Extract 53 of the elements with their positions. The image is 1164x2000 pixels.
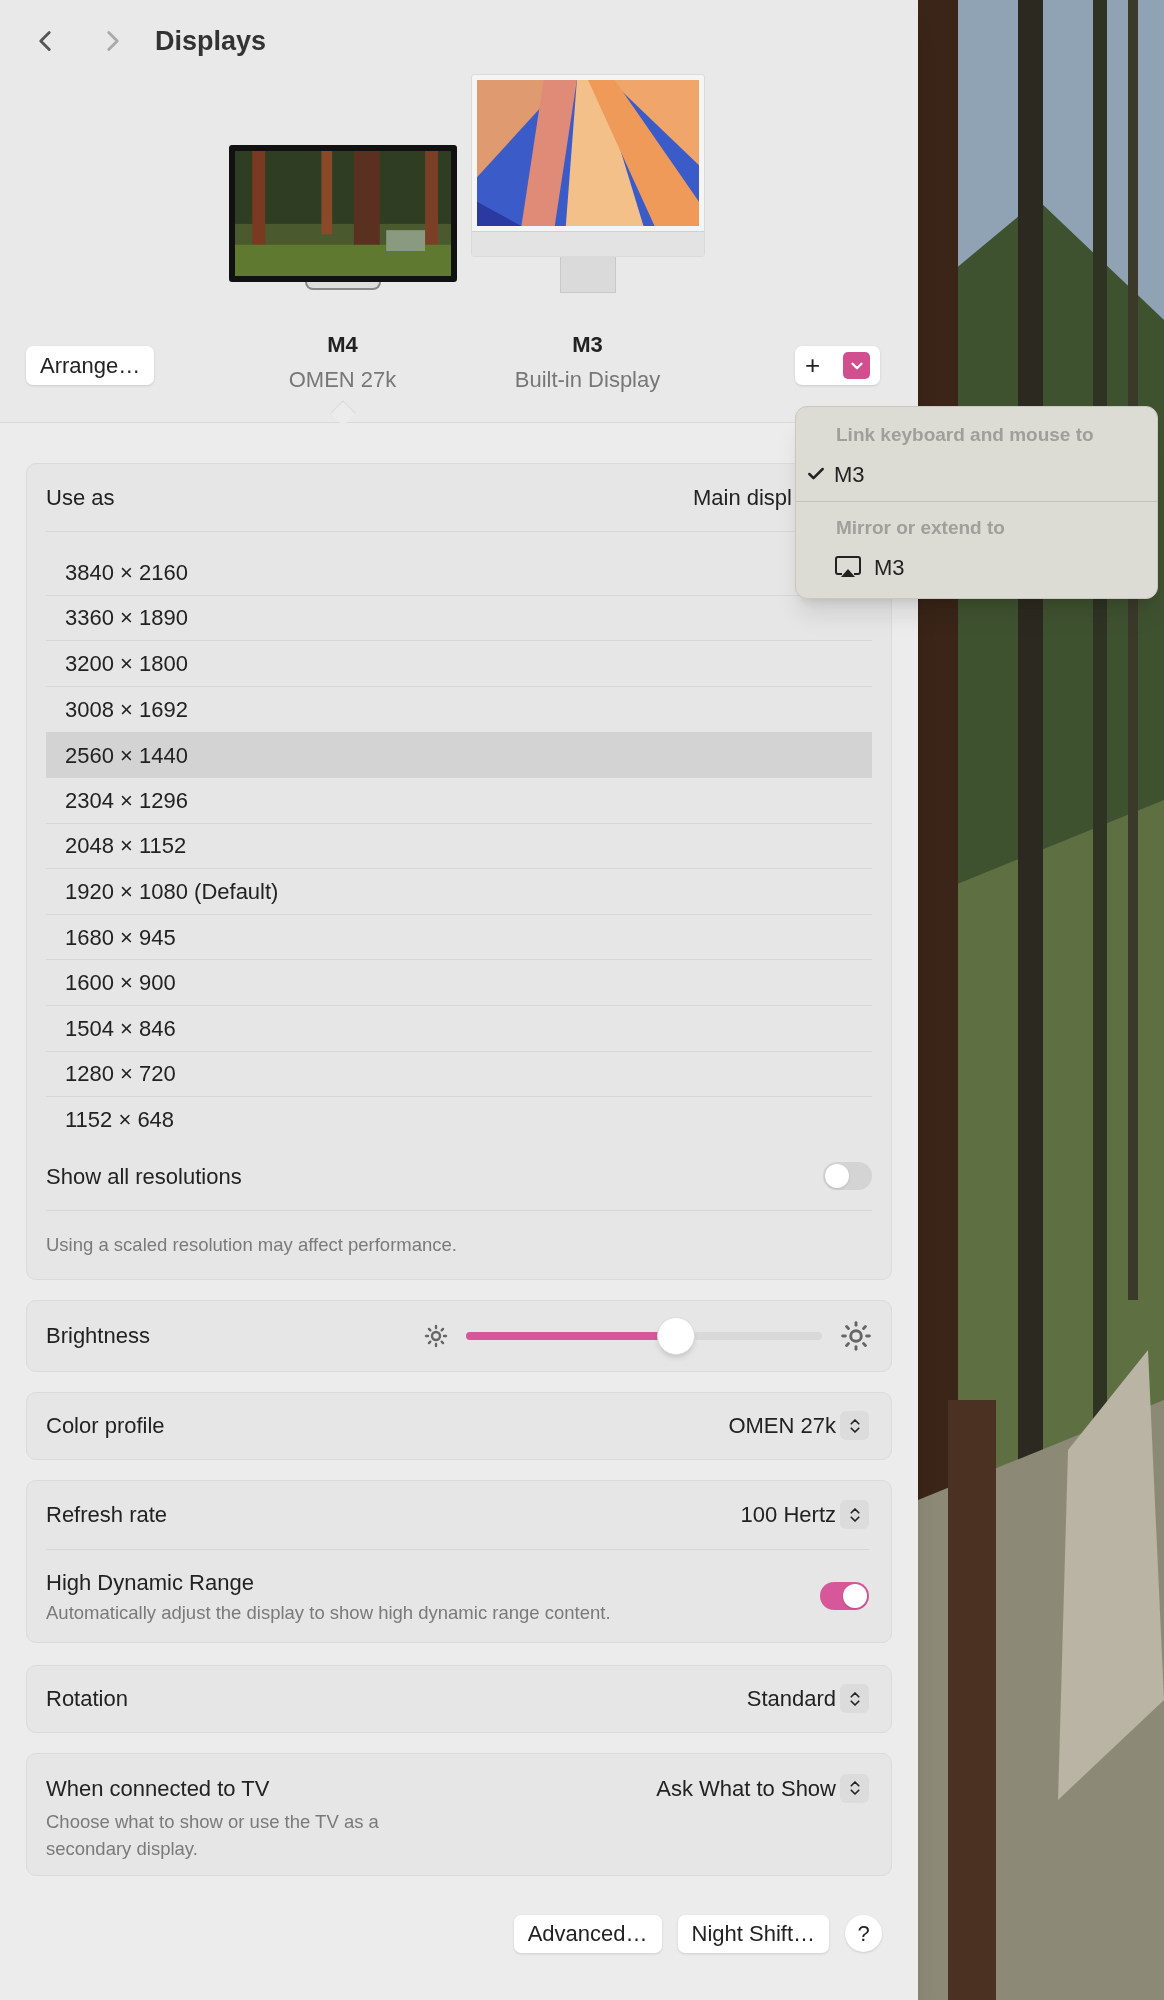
popup-button[interactable]: 100 Hertz [740, 1498, 869, 1532]
popup-button[interactable]: Standard [746, 1682, 869, 1716]
popup-button[interactable]: Ask What to Show [656, 1771, 869, 1805]
toggle-switch[interactable] [823, 1162, 872, 1191]
description-text: Automatically adjust the display to show high dynamic range content. [46, 1600, 611, 1625]
help-button[interactable]: ? [845, 1915, 882, 1953]
resolution-item[interactable]: 3200 × 1800 [46, 641, 872, 687]
imac-stand [559, 257, 616, 293]
rotation-label: Rotation [46, 1685, 128, 1714]
display-name: M3 [572, 331, 603, 359]
footer-button[interactable]: Advanced… [513, 1914, 662, 1953]
airplay-icon [834, 555, 862, 579]
popup-button[interactable]: OMEN 27k [728, 1409, 869, 1443]
note-text: Using a scaled resolution may affect performance. [46, 1232, 457, 1257]
brightness-label: Brightness [46, 1322, 150, 1351]
use-as-label: Use as [46, 484, 115, 512]
add-display-button[interactable]: + [795, 346, 880, 385]
resolution-item[interactable]: 2560 × 1440 [46, 732, 872, 778]
sun-icon [840, 1319, 872, 1352]
resolution-item[interactable]: 1280 × 720 [46, 1051, 872, 1098]
refresh-rate-label: Refresh rate [46, 1501, 168, 1530]
resolution-item[interactable]: 1152 × 648 [46, 1097, 872, 1143]
slider-thumb[interactable] [657, 1316, 696, 1355]
resolution-item[interactable]: 1680 × 945 [46, 914, 872, 961]
arrange-button[interactable]: Arrange… [26, 346, 155, 385]
hdr-label: High Dynamic Range [46, 1568, 255, 1597]
resolution-item[interactable]: 1600 × 900 [46, 960, 872, 1006]
color-profile-label: Color profile [46, 1412, 165, 1441]
stepper-icon [840, 1411, 869, 1441]
resolution-item[interactable]: 3008 × 1692 [46, 686, 872, 733]
stepper-icon [840, 1773, 869, 1803]
resolution-item[interactable]: 1920 × 1080 (Default) [46, 869, 872, 915]
display-subtitle: Built-in Display [514, 366, 661, 394]
toggle-switch[interactable] [820, 1581, 869, 1610]
resolution-item[interactable]: 2048 × 1152 [46, 823, 872, 870]
description-text: Choose what to show or use the TV as a secondary display. [46, 1809, 380, 1861]
tv-label: When connected to TV [46, 1774, 271, 1803]
display-item[interactable]: M4 OMEN 27k [220, 82, 465, 412]
show-all-label: Show all resolutions [46, 1162, 242, 1191]
display-subtitle: OMEN 27k [288, 366, 397, 394]
sun-icon [424, 1323, 448, 1348]
stepper-icon [840, 1500, 869, 1530]
menu-section-header: Link keyboard and mouse to [835, 422, 1095, 447]
stepper-icon [840, 1684, 869, 1714]
footer-button[interactable]: Night Shift… [677, 1914, 829, 1953]
menu-item[interactable]: M3 [806, 453, 1131, 495]
display-name: M4 [327, 331, 358, 359]
chevron-down-icon [843, 352, 870, 379]
display-item[interactable]: M3 Built-in Display [465, 82, 710, 412]
resolution-item[interactable]: 2304 × 1296 [46, 777, 872, 824]
resolution-item[interactable]: 1504 × 846 [46, 1005, 872, 1052]
window-title: Displays [155, 24, 267, 58]
menu-section-header: Mirror or extend to [835, 515, 1006, 540]
